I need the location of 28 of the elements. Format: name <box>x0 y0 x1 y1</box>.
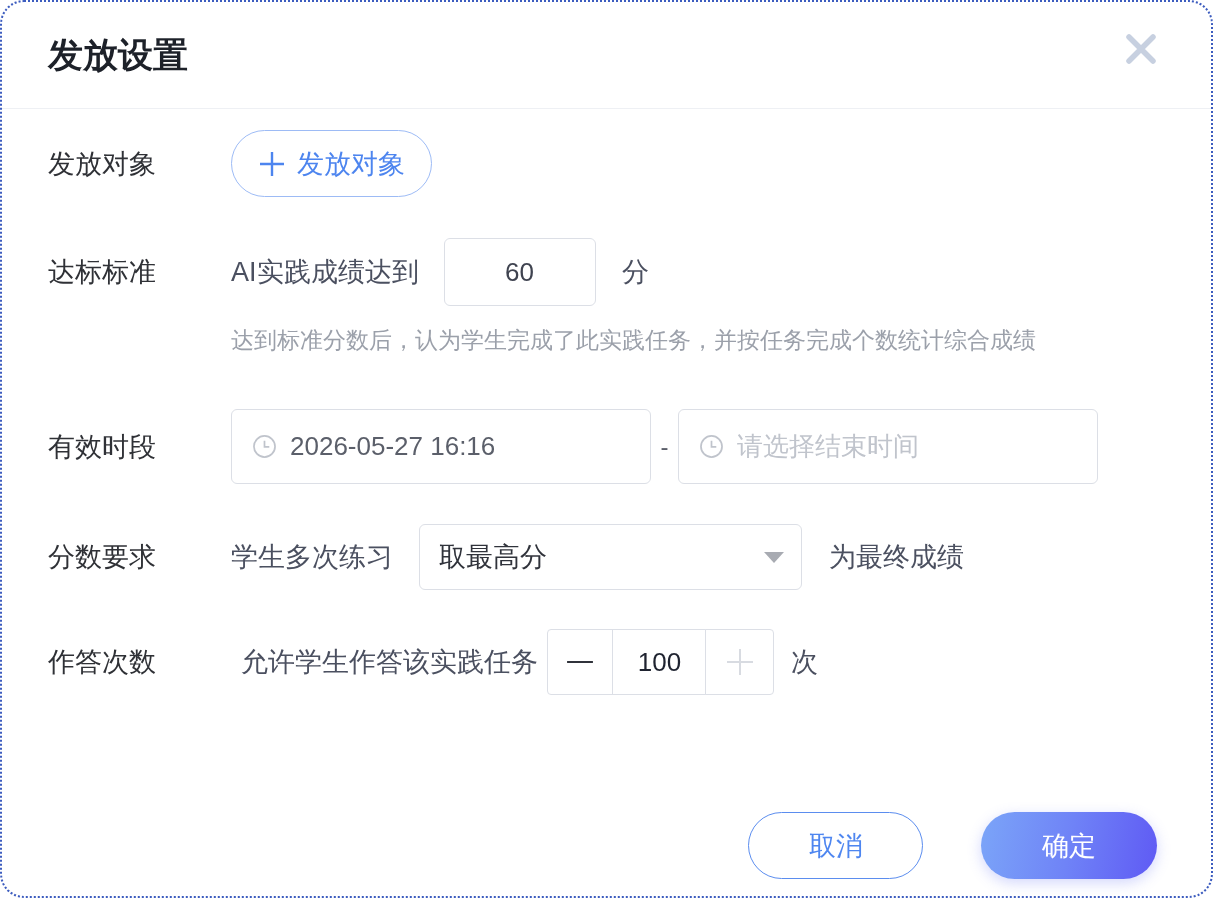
field-label: 作答次数 <box>48 646 157 679</box>
unit-text: 分 <box>621 256 649 289</box>
field-label: 有效时段 <box>48 430 157 464</box>
close-icon[interactable] <box>1125 33 1157 65</box>
hint-text: 达到标准分数后，认为学生完成了此实践任务，并按任务完成个数统计综合成绩 <box>231 328 1036 352</box>
confirm-button[interactable]: 确定 <box>981 812 1157 879</box>
start-time-field[interactable]: 2026-05-27 16:16 <box>231 409 651 484</box>
score-input[interactable]: 60 <box>443 238 596 306</box>
field-label: 发放对象 <box>48 147 157 181</box>
select-suffix-text: 为最终成绩 <box>829 541 964 574</box>
decrease-button[interactable] <box>547 629 613 695</box>
times-unit-text: 次 <box>791 646 818 679</box>
clock-icon <box>700 435 723 458</box>
add-recipient-button[interactable]: 发放对象 <box>231 130 432 197</box>
cancel-button[interactable]: 取消 <box>748 812 923 879</box>
range-separator: - <box>659 432 670 461</box>
score-rule-dropdown[interactable]: 取最高分 <box>419 524 802 590</box>
dialog-title: 发放设置 <box>48 33 188 76</box>
minus-icon <box>567 660 593 664</box>
select-prefix-text: 学生多次练习 <box>231 541 393 574</box>
plus-icon <box>726 649 753 675</box>
clock-icon <box>253 435 276 458</box>
attempts-prefix-text: 允许学生作答该实践任务 <box>241 646 538 679</box>
plus-icon <box>260 151 284 176</box>
field-label: 达标标准 <box>48 256 157 289</box>
score-prefix-text: AI实践成绩达到 <box>231 256 419 289</box>
field-label: 分数要求 <box>48 541 157 574</box>
caret-icon <box>764 551 784 563</box>
